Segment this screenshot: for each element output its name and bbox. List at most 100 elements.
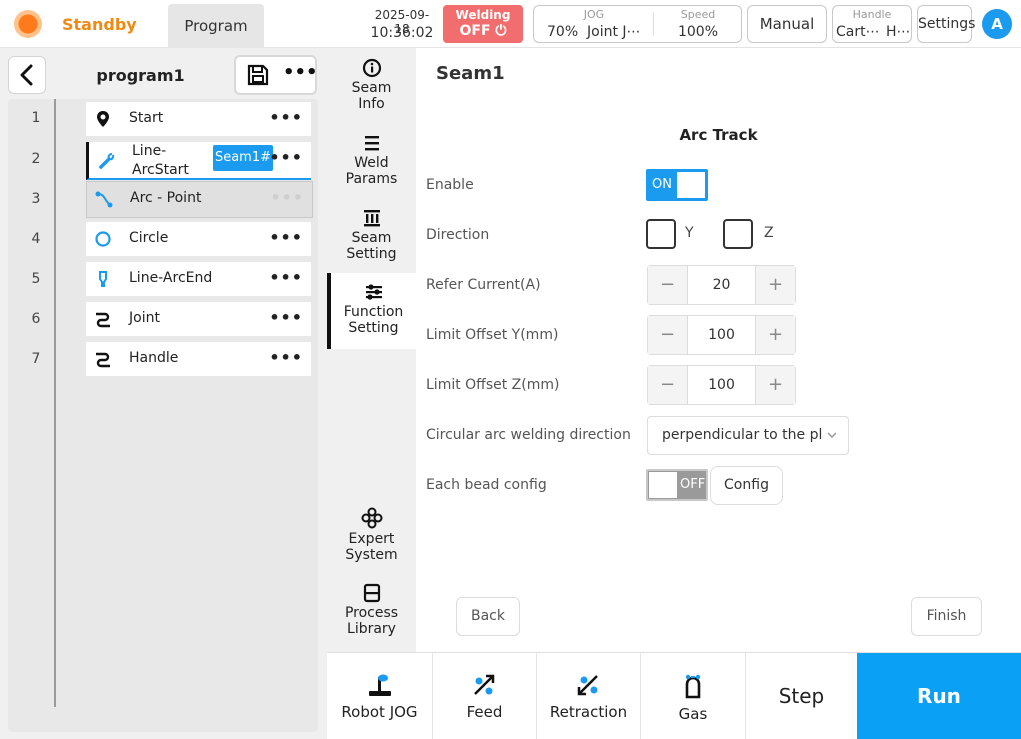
program-row-handle[interactable]: Handle ••• (86, 342, 311, 376)
back-button[interactable] (8, 56, 46, 94)
program-row-start[interactable]: Start ••• (86, 102, 311, 136)
expert-system-icon (361, 507, 382, 529)
refer-current-stepper: − 20 + (647, 265, 796, 305)
back-step-button[interactable]: Back (456, 597, 520, 636)
info-icon (362, 58, 381, 78)
program-row-line-arcend[interactable]: Line-ArcEnd ••• (86, 262, 311, 296)
tab-label: Process (344, 605, 399, 621)
more-options-icon[interactable]: ••• (283, 62, 318, 83)
tab-label: Info (358, 96, 385, 112)
handle-panel[interactable]: Handle Cart⋯ H⋯ (832, 5, 912, 43)
section-title: Arc Track (679, 126, 758, 144)
direction-z-label: Z (764, 225, 774, 241)
program-row-joint[interactable]: Joint ••• (86, 302, 311, 336)
config-button[interactable]: Config (710, 466, 783, 505)
limit-offset-z-input[interactable]: 100 (688, 366, 755, 404)
decrement-button[interactable]: − (648, 266, 688, 304)
tab-label: Expert (348, 531, 395, 547)
retraction-button[interactable]: Retraction (537, 653, 641, 739)
location-pin-icon (94, 110, 112, 128)
handle-value-2: H⋯ (886, 24, 911, 40)
direction-y-checkbox[interactable] (646, 219, 676, 249)
toggle-knob (677, 172, 705, 198)
seam-chip[interactable]: Seam1# (213, 145, 273, 171)
robot-jog-button[interactable]: Robot JOG (327, 653, 433, 739)
row-number: 6 (31, 311, 41, 327)
jog-speed-panel[interactable]: JOG 70% Joint J⋯ Speed 100% (533, 5, 742, 43)
settings-button[interactable]: Settings (917, 5, 975, 43)
handle-value-1: Cart⋯ (836, 24, 880, 40)
feed-icon (473, 674, 494, 695)
action-label: Feed (466, 703, 503, 721)
tab-seam-info[interactable]: Seam Info (327, 58, 416, 112)
feed-button[interactable]: Feed (433, 653, 537, 739)
tab-label: Setting (348, 320, 399, 336)
finish-button[interactable]: Finish (911, 597, 982, 636)
limit-offset-y-label: Limit Offset Y(mm) (426, 327, 559, 343)
program-row-arc-point[interactable]: Arc - Point ••• (86, 181, 313, 218)
program-row-line-arcstart[interactable]: Line- ArcStart Seam1# ••• (86, 142, 311, 180)
step-button[interactable]: Step (746, 653, 857, 739)
line-number-rail (54, 99, 56, 707)
circular-direction-select[interactable]: perpendicular to the plane (647, 416, 849, 455)
save-icon[interactable] (246, 63, 270, 87)
limit-offset-y-input[interactable]: 100 (688, 316, 755, 354)
row-number: 4 (31, 231, 41, 247)
row-label: Handle (129, 350, 179, 366)
tab-program[interactable]: Program (168, 4, 264, 48)
row-more-icon[interactable]: ••• (269, 228, 303, 247)
welding-toggle-button[interactable]: Welding OFF ⏻ (443, 5, 523, 43)
decrement-button[interactable]: − (648, 316, 688, 354)
refer-current-label: Refer Current(A) (426, 277, 541, 293)
toggle-text: ON (652, 177, 672, 192)
increment-button[interactable]: + (755, 366, 795, 404)
status-text: Standby (62, 15, 137, 34)
bead-config-toggle[interactable]: OFF (646, 469, 708, 501)
row-number: 5 (31, 271, 41, 287)
run-button[interactable]: Run (857, 653, 1021, 739)
row-label: Circle (129, 230, 169, 246)
tab-seam-setting[interactable]: Seam Setting (327, 208, 416, 262)
list-icon (364, 136, 379, 151)
handle-label: Handle (852, 8, 892, 21)
joystick-icon (368, 674, 391, 696)
direction-z-checkbox[interactable] (723, 219, 753, 249)
program-row-circle[interactable]: Circle ••• (86, 222, 311, 256)
chevron-left-icon (20, 64, 33, 86)
tab-function-setting[interactable]: Function Setting (327, 273, 416, 349)
row-more-icon[interactable]: ••• (269, 268, 303, 287)
program-title: program1 (96, 66, 185, 85)
row-number: 1 (31, 110, 41, 126)
joint-icon (94, 310, 112, 328)
direction-y-label: Y (685, 225, 694, 241)
avatar[interactable]: A (982, 9, 1012, 39)
enable-label: Enable (426, 177, 474, 193)
arc-point-icon (95, 190, 113, 208)
tab-label: Library (347, 621, 396, 637)
tab-label: Seam (351, 80, 392, 96)
columns-icon (363, 210, 380, 227)
increment-button[interactable]: + (755, 266, 795, 304)
row-label: Line- ArcStart (132, 143, 189, 178)
row-more-icon[interactable]: ••• (269, 148, 303, 167)
tab-label: Seam (351, 230, 392, 246)
row-label: Arc - Point (130, 190, 202, 206)
decrement-button[interactable]: − (648, 366, 688, 404)
row-more-icon[interactable]: ••• (269, 308, 303, 327)
library-icon (363, 583, 380, 603)
tab-process-library[interactable]: Process Library (327, 583, 416, 637)
manual-mode-button[interactable]: Manual (747, 5, 827, 43)
action-label: Gas (678, 705, 708, 723)
increment-button[interactable]: + (755, 316, 795, 354)
row-more-icon[interactable]: ••• (269, 108, 303, 127)
retraction-icon (577, 675, 598, 696)
gas-button[interactable]: Gas (641, 653, 746, 739)
tab-weld-params[interactable]: Weld Params (327, 133, 416, 187)
bead-config-label: Each bead config (426, 477, 547, 493)
refer-current-input[interactable]: 20 (688, 266, 755, 304)
tab-expert-system[interactable]: Expert System (327, 507, 416, 563)
jog-percent: 70% (547, 24, 579, 40)
row-more-icon[interactable]: ••• (269, 348, 303, 367)
row-more-icon[interactable]: ••• (270, 188, 304, 207)
enable-toggle[interactable]: ON (646, 169, 708, 201)
